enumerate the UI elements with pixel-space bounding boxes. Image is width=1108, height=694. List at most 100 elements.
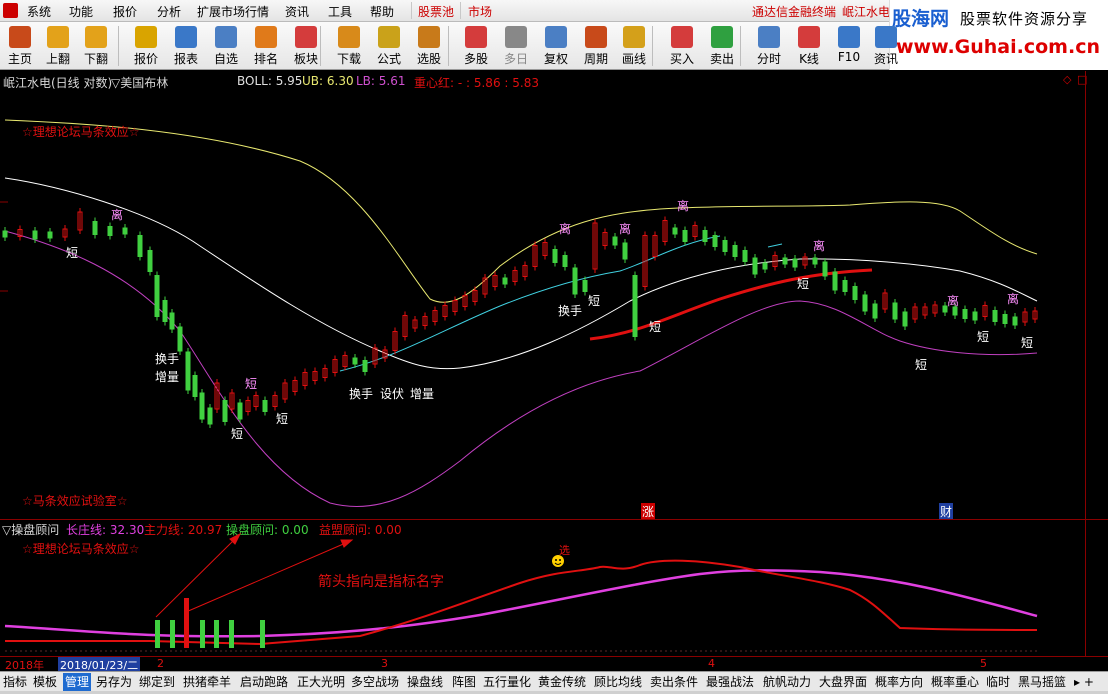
toolbar-intraday-button[interactable]: 分时 bbox=[749, 23, 789, 69]
annotation-li: 离 bbox=[619, 222, 632, 236]
tab-21[interactable]: 黑马摇篮 bbox=[1018, 673, 1066, 691]
tab-17[interactable]: 大盘界面 bbox=[819, 673, 867, 691]
annotation-huanshou: 换手 bbox=[349, 387, 374, 401]
toolbar-draw-line-button[interactable]: 画线 bbox=[614, 23, 654, 69]
toolbar-quote-button[interactable]: 报价 bbox=[126, 23, 166, 69]
tab-14[interactable]: 卖出条件 bbox=[650, 673, 698, 691]
toolbar-kline-button[interactable]: K线 bbox=[789, 23, 829, 69]
menu-item-function[interactable]: 功能 bbox=[69, 3, 93, 20]
tab-7[interactable]: 正大光明 bbox=[297, 673, 345, 691]
main-watermark-top: ☆理想论坛马条效应☆ bbox=[22, 125, 140, 139]
tab-19[interactable]: 概率重心 bbox=[931, 673, 979, 691]
sector-icon bbox=[295, 26, 317, 48]
candle bbox=[762, 262, 768, 270]
toolbar-multi-stock-button[interactable]: 多股 bbox=[456, 23, 496, 69]
menu-item-quote[interactable]: 报价 bbox=[113, 3, 137, 20]
candle bbox=[32, 230, 38, 240]
toolbar-label: 选股 bbox=[416, 52, 441, 66]
toolbar-f10-button[interactable]: F10 bbox=[829, 23, 869, 69]
toolbar-home-button[interactable]: 主页 bbox=[0, 23, 40, 69]
toolbar-buy-button[interactable]: 买入 bbox=[662, 23, 702, 69]
toolbar-label: 公式 bbox=[376, 52, 401, 66]
candle bbox=[832, 271, 838, 291]
buy-icon bbox=[671, 26, 693, 48]
main-chart-panel[interactable]: 岷江水电(日线 对数) ▽美国布林 BOLL: 5.95 UB: 6.30 LB… bbox=[0, 71, 1108, 520]
toolbar-label: 画线 bbox=[621, 52, 646, 66]
f8-icon bbox=[585, 26, 607, 48]
menu-item-extended-market[interactable]: 扩展市场行情 bbox=[197, 3, 269, 20]
month-tick: 4 bbox=[708, 657, 715, 670]
toolbar-label: 买入 bbox=[669, 52, 694, 66]
menu-item-stock-pool[interactable]: 股票池 bbox=[418, 3, 454, 20]
candle bbox=[562, 255, 568, 267]
tab-13[interactable]: 顾比均线 bbox=[594, 673, 642, 691]
toolbar-f8-button[interactable]: 周期 bbox=[576, 23, 616, 69]
menu-item-news[interactable]: 资讯 bbox=[285, 3, 309, 20]
toolbar-arrow-up-button[interactable]: 上翻 bbox=[38, 23, 78, 69]
candle bbox=[712, 235, 718, 247]
toolbar-f6-button[interactable]: 自选 bbox=[206, 23, 246, 69]
caopan-bar bbox=[229, 620, 234, 648]
tab-10[interactable]: 阵图 bbox=[452, 673, 476, 691]
tab-11[interactable]: 五行量化 bbox=[483, 673, 531, 691]
boll-upper-line bbox=[4, 119, 1038, 303]
sub-chart-panel[interactable]: ▽操盘顾问 长庄线: 32.30 主力线: 20.97 操盘顾问: 0.00 益… bbox=[0, 519, 1108, 656]
candle bbox=[362, 360, 368, 372]
tab-20[interactable]: 临时 bbox=[986, 673, 1010, 691]
month-tick: 2 bbox=[157, 657, 164, 670]
toolbar-sell-button[interactable]: 卖出 bbox=[702, 23, 742, 69]
candle bbox=[632, 275, 638, 337]
candle bbox=[1002, 314, 1008, 324]
candle bbox=[962, 309, 968, 319]
site-banner: 股海网 股票软件资源分享 www.Guhai.com.cn bbox=[889, 0, 1108, 70]
tab-15[interactable]: 最强战法 bbox=[706, 673, 754, 691]
toolbar-label: 排名 bbox=[253, 52, 278, 66]
tab-16[interactable]: 航帆动力 bbox=[763, 673, 811, 691]
menu-item-market[interactable]: 市场 bbox=[468, 3, 492, 20]
candle bbox=[154, 275, 160, 317]
tab-1[interactable]: 模板 bbox=[33, 673, 57, 691]
arrow-up-icon bbox=[47, 26, 69, 48]
date-axis: 2018年 2018/01/23/二 2 3 4 5 bbox=[0, 656, 1108, 673]
menu-item-system[interactable]: 系统 bbox=[27, 3, 51, 20]
menu-item-help[interactable]: 帮助 bbox=[370, 3, 394, 20]
candle bbox=[177, 326, 183, 352]
tab-4[interactable]: 绑定到 bbox=[139, 673, 175, 691]
month-tick: 5 bbox=[980, 657, 987, 670]
candle bbox=[137, 235, 143, 257]
tab-2[interactable]: 管理 bbox=[63, 673, 92, 691]
tab-scroll-icon[interactable]: ▸ + bbox=[1074, 673, 1094, 691]
marker-cai[interactable]: 财 bbox=[939, 503, 954, 520]
annotation-duan: 短 bbox=[649, 320, 662, 334]
candle bbox=[752, 257, 758, 275]
toolbar-news-button[interactable]: 资讯 bbox=[866, 23, 906, 69]
toolbar-multi-day-button[interactable]: 多日 bbox=[496, 23, 536, 69]
menu-item-analysis[interactable]: 分析 bbox=[157, 3, 181, 20]
tab-12[interactable]: 黄金传统 bbox=[538, 673, 586, 691]
menu-item-tools[interactable]: 工具 bbox=[328, 3, 352, 20]
toolbar-label: 自选 bbox=[213, 52, 238, 66]
annotation-li: 离 bbox=[1007, 292, 1020, 306]
marker-zhang[interactable]: 涨 bbox=[641, 503, 656, 520]
download-icon bbox=[338, 26, 360, 48]
toolbar-report-button[interactable]: 报表 bbox=[166, 23, 206, 69]
tab-9[interactable]: 操盘线 bbox=[407, 673, 443, 691]
candle bbox=[1012, 316, 1018, 326]
tab-6[interactable]: 启动跑路 bbox=[240, 673, 288, 691]
tab-0[interactable]: 指标 bbox=[3, 673, 27, 691]
right-axis-border bbox=[1085, 71, 1086, 656]
toolbar-arrow-down-button[interactable]: 下翻 bbox=[76, 23, 116, 69]
tab-5[interactable]: 拱猪牵羊 bbox=[183, 673, 231, 691]
toolbar-rank-button[interactable]: 排名 bbox=[246, 23, 286, 69]
tab-18[interactable]: 概率方向 bbox=[875, 673, 923, 691]
candle bbox=[185, 351, 191, 391]
tab-3[interactable]: 另存为 bbox=[96, 673, 132, 691]
kline-icon bbox=[798, 26, 820, 48]
toolbar-formula-button[interactable]: 公式 bbox=[369, 23, 409, 69]
candle bbox=[222, 400, 228, 422]
tab-8[interactable]: 多空战场 bbox=[351, 673, 399, 691]
toolbar-stock-select-button[interactable]: 选股 bbox=[409, 23, 449, 69]
candle bbox=[902, 311, 908, 327]
toolbar-restore-right-button[interactable]: 复权 bbox=[536, 23, 576, 69]
toolbar-download-button[interactable]: 下载 bbox=[329, 23, 369, 69]
